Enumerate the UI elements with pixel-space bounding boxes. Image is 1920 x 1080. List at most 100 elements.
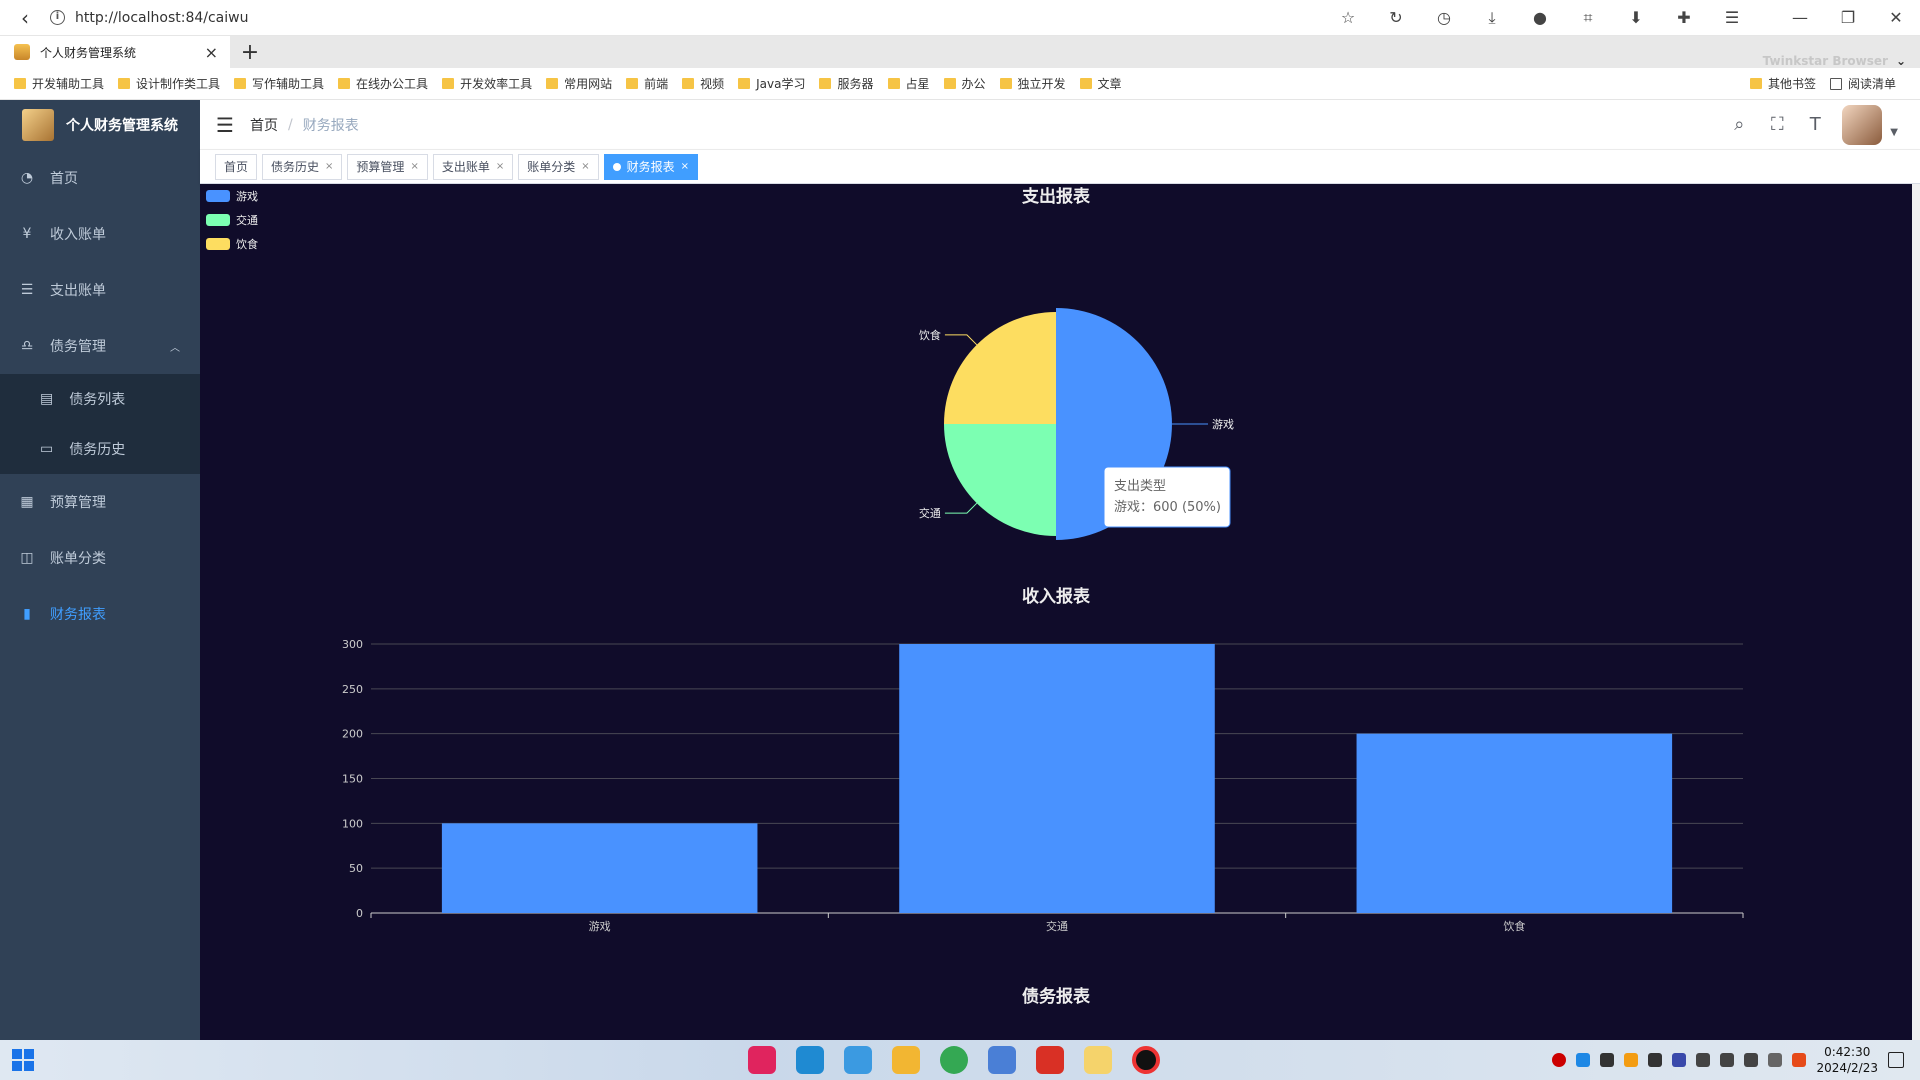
close-icon[interactable]: ×	[681, 161, 689, 172]
tag-home[interactable]: 首页	[215, 153, 258, 180]
bookmark-folder[interactable]: 常用网站	[546, 75, 612, 92]
bookmark-folder[interactable]: 办公	[943, 75, 986, 92]
sidebar-item-home[interactable]: ◔ 首页	[0, 150, 200, 206]
microphone-icon[interactable]	[1696, 1053, 1711, 1067]
back-button[interactable]: ‹	[0, 0, 50, 36]
vscode-icon[interactable]	[796, 1046, 824, 1074]
close-icon[interactable]: ×	[410, 161, 418, 172]
other-bookmarks[interactable]: 其他书签	[1749, 75, 1816, 92]
menu-icon[interactable]: ☰	[1708, 0, 1756, 36]
reading-list[interactable]: 阅读清单	[1829, 75, 1896, 92]
sidebar-item-expense[interactable]: ☰ 支出账单	[0, 262, 200, 318]
tray-app-icon[interactable]	[1624, 1053, 1639, 1067]
sidebar-item-report[interactable]: ▮ 财务报表	[0, 586, 200, 642]
sidebar-item-income[interactable]: ¥ 收入账单	[0, 206, 200, 262]
puzzle-icon[interactable]: ✚	[1660, 0, 1708, 36]
profile-icon[interactable]: ●	[1516, 0, 1564, 36]
sidebar-item-debt[interactable]: ♎ 债务管理 ︿	[0, 318, 200, 374]
avatar[interactable]	[1842, 104, 1883, 145]
breadcrumb-home[interactable]: 首页	[250, 115, 278, 135]
bar[interactable]	[441, 823, 758, 913]
bookmark-folder[interactable]: Java学习	[738, 75, 805, 92]
fullscreen-icon[interactable]: ⛶	[1766, 114, 1788, 136]
notification-icon[interactable]	[1888, 1052, 1904, 1068]
tray-app-icon[interactable]	[1576, 1053, 1591, 1067]
pie-slice[interactable]	[944, 312, 1056, 424]
hamburger-icon[interactable]: ☰	[200, 100, 250, 150]
legend-swatch[interactable]	[206, 214, 230, 226]
record-icon[interactable]	[1132, 1046, 1160, 1074]
tag-category[interactable]: 账单分类 ×	[518, 153, 599, 180]
close-icon[interactable]: ×	[581, 161, 589, 172]
tray-app-icon[interactable]	[1648, 1053, 1663, 1067]
reload-icon[interactable]: ↻	[1372, 0, 1420, 36]
sidebar-item-category[interactable]: ◫ 账单分类	[0, 530, 200, 586]
volume-icon[interactable]	[1744, 1053, 1759, 1067]
font-size-icon[interactable]: T	[1804, 114, 1826, 136]
crop-icon[interactable]: ⌗	[1564, 0, 1612, 36]
chrome-icon[interactable]	[940, 1046, 968, 1074]
legend-label[interactable]: 饮食	[236, 237, 258, 251]
url-text[interactable]: http://localhost:84/caiwu	[75, 10, 248, 26]
bookmark-folder[interactable]: 前端	[626, 75, 668, 92]
browser-app-icon[interactable]	[844, 1046, 872, 1074]
close-window-icon[interactable]: ✕	[1872, 0, 1920, 36]
tag-expense[interactable]: 支出账单 ×	[432, 153, 514, 180]
bookmark-folder[interactable]: 设计制作类工具	[118, 75, 220, 92]
page-scrollbar[interactable]	[1912, 184, 1920, 1040]
legend-swatch[interactable]	[206, 238, 230, 250]
bookmark-folder[interactable]: 独立开发	[999, 75, 1066, 92]
ime-icon[interactable]	[1768, 1053, 1783, 1067]
address-bar[interactable]: i http://localhost:84/caiwu	[50, 10, 248, 26]
windows-start-icon[interactable]	[12, 1049, 34, 1071]
legend-label[interactable]: 交通	[236, 213, 258, 227]
tag-report[interactable]: 财务报表 ×	[603, 153, 699, 180]
intellij-icon[interactable]	[748, 1046, 776, 1074]
minimize-icon[interactable]: —	[1776, 0, 1824, 36]
bookmark-folder[interactable]: 文章	[1079, 75, 1122, 92]
chevron-down-icon[interactable]: ⌄	[1896, 54, 1906, 68]
info-icon[interactable]: i	[50, 10, 65, 25]
legend-label[interactable]: 游戏	[236, 190, 258, 203]
sidebar-item-debt-list[interactable]: ▤ 债务列表	[0, 374, 200, 424]
pie-slice[interactable]	[944, 424, 1056, 536]
wifi-icon[interactable]	[1720, 1053, 1735, 1067]
sidebar-brand[interactable]: 个人财务管理系统	[0, 100, 200, 150]
bookmark-folder[interactable]: 开发辅助工具	[14, 75, 104, 92]
bookmark-folder[interactable]: 服务器	[819, 75, 874, 92]
download-icon[interactable]: ⤓	[1468, 0, 1516, 36]
bar[interactable]	[899, 644, 1215, 913]
tag-budget[interactable]: 预算管理 ×	[347, 153, 428, 180]
bookmark-folder[interactable]: 在线办公工具	[338, 75, 428, 92]
close-icon[interactable]: ×	[496, 161, 504, 172]
bar[interactable]	[1356, 733, 1673, 913]
tag-debt-history[interactable]: 债务历史 ×	[262, 153, 343, 180]
browser-tab[interactable]: 个人财务管理系统 ×	[0, 36, 230, 68]
tab-close-icon[interactable]: ×	[205, 43, 218, 62]
new-tab-button[interactable]: +	[230, 36, 270, 68]
bookmark-folder[interactable]: 占星	[887, 75, 930, 92]
record-tray-icon[interactable]	[1552, 1053, 1567, 1067]
tray-app-icon[interactable]	[1792, 1053, 1807, 1067]
close-icon[interactable]: ×	[325, 161, 333, 172]
tray-app-icon[interactable]	[1672, 1053, 1687, 1067]
notepad-icon[interactable]	[988, 1046, 1016, 1074]
legend-swatch[interactable]	[206, 190, 230, 202]
search-icon[interactable]: ⌕	[1728, 114, 1750, 136]
sidebar-item-debt-history[interactable]: ▭ 债务历史	[0, 424, 200, 474]
tray-app-icon[interactable]	[1600, 1053, 1615, 1067]
bookmark-folder[interactable]: 视频	[682, 75, 724, 92]
wps-icon[interactable]	[1036, 1046, 1064, 1074]
bookmark-folder[interactable]: 开发效率工具	[442, 75, 532, 92]
twinkstar-icon[interactable]	[1084, 1046, 1112, 1074]
history-icon[interactable]: ◷	[1420, 0, 1468, 36]
file-explorer-icon[interactable]	[892, 1046, 920, 1074]
extension-download-icon[interactable]: ⬇	[1612, 0, 1660, 36]
star-icon[interactable]: ☆	[1324, 0, 1372, 36]
caret-down-icon[interactable]: ▼	[1890, 127, 1898, 138]
folder-icon	[682, 78, 695, 89]
restore-icon[interactable]: ❐	[1824, 0, 1872, 36]
bookmark-folder[interactable]: 写作辅助工具	[234, 75, 324, 92]
clock[interactable]: 0:42:30 2024/2/23	[1816, 1044, 1878, 1076]
sidebar-item-budget[interactable]: ▦ 预算管理	[0, 474, 200, 530]
